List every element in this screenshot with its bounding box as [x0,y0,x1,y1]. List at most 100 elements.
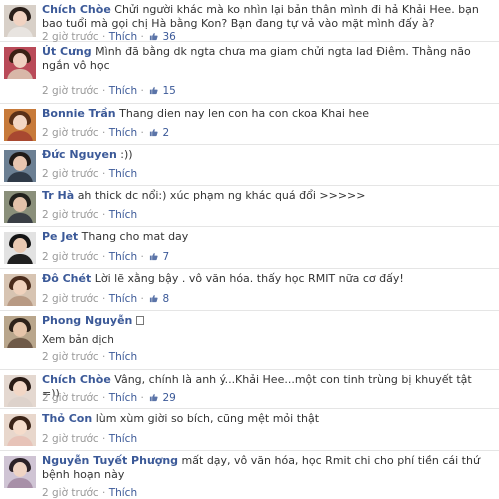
comment-item: Phong Nguyễn Xem bản dịch 2 giờ trước · … [0,311,499,370]
comment-item: Chích Chòe Vâng, chính là anh ý...Khải H… [0,370,499,409]
like-link[interactable]: Thích [109,209,137,221]
separator: · [102,168,106,180]
thumbs-up-icon [150,32,158,41]
like-link[interactable]: Thích [109,351,137,363]
avatar[interactable] [4,414,36,446]
comment-text: ah thick dc nổi:) xúc phạm ng khác quá đ… [77,189,366,202]
like-link[interactable]: Thích [109,433,137,445]
comment-item: Thỏ Con lùm xùm giời so bích, cũng mệt m… [0,409,499,451]
like-count[interactable]: 15 [162,85,175,97]
comment-item: Tr Hà ah thick dc nổi:) xúc phạm ng khác… [0,186,499,227]
comment-item: Chích Chòe Chửi người khác mà ko nhìn lạ… [0,0,499,43]
comment-text: Thang dien nay len con ha con ckoa Khai … [119,107,369,120]
comment-item: Đức Nguyen :)) 2 giờ trước · Thích [0,145,499,186]
comment-meta: 2 giờ trước · Thích · 15 [42,85,176,97]
comment-meta: 2 giờ trước · Thích [42,487,137,499]
like-link[interactable]: Thích [109,127,137,139]
avatar[interactable] [4,109,36,141]
comment-item: Pe Jet Thang cho mat day 2 giờ trước · T… [0,227,499,269]
avatar[interactable] [4,150,36,182]
thumbs-up-icon [150,393,158,402]
comment-meta: 2 giờ trước · Thích · 7 [42,251,169,263]
separator: · [102,85,106,97]
comment-timestamp[interactable]: 2 giờ trước [42,487,99,499]
comment-author[interactable]: Phong Nguyễn [42,314,132,327]
comment-timestamp[interactable]: 2 giờ trước [42,351,99,363]
comment-item: Nguyễn Tuyết Phượng mất dạy, vô văn hóa,… [0,451,499,499]
comment-author[interactable]: Nguyễn Tuyết Phượng [42,454,178,467]
comment-author[interactable]: Bonnie Trần [42,107,116,120]
like-link[interactable]: Thích [109,168,137,180]
comment-author[interactable]: Đức Nguyen [42,148,117,161]
comment-author[interactable]: Chích Chòe [42,373,111,386]
translate-row: Xem bản dịch [42,334,114,346]
thumbs-up-icon [150,128,158,137]
separator: · [140,127,144,139]
comment-text: :)) [120,148,133,161]
comment-meta: 2 giờ trước · Thích [42,209,137,221]
comment-timestamp[interactable]: 2 giờ trước [42,85,99,97]
avatar[interactable] [4,274,36,306]
comment-text: Lời lẽ xằng bậy . vô văn hóa. thấy học R… [94,272,404,285]
separator: · [102,351,106,363]
thumbs-up-icon [150,294,158,303]
separator: · [140,293,144,305]
comment-meta: 2 giờ trước · Thích [42,168,137,180]
separator: · [140,392,144,404]
comment-meta: 2 giờ trước · Thích · 29 [42,392,176,404]
comment-item: Bonnie Trần Thang dien nay len con ha co… [0,104,499,145]
comment-author[interactable]: Chích Chòe [42,3,111,16]
avatar[interactable] [4,456,36,488]
like-count[interactable]: 29 [162,392,175,404]
thumbs-up-icon [150,86,158,95]
avatar[interactable] [4,47,36,79]
like-link[interactable]: Thích [109,251,137,263]
separator: · [102,251,106,263]
comment-author[interactable]: Tr Hà [42,189,74,202]
comment-feed: Chích Chòe Chửi người khác mà ko nhìn lạ… [0,0,499,499]
separator: · [140,85,144,97]
thumbs-up-icon [150,252,158,261]
comment-author[interactable]: Đô Chét [42,272,91,285]
comment-author[interactable]: Pe Jet [42,230,78,243]
comment-meta: 2 giờ trước · Thích · 8 [42,293,169,305]
comment-timestamp[interactable]: 2 giờ trước [42,392,99,404]
box-glyph-icon [136,316,145,325]
comment-meta: 2 giờ trước · Thích [42,433,137,445]
comment-author[interactable]: Út Cưng [42,45,92,58]
like-link[interactable]: Thích [109,85,137,97]
comment-text: Thang cho mat day [81,230,189,243]
avatar[interactable] [4,191,36,223]
like-link[interactable]: Thích [109,487,137,499]
see-translation-link[interactable]: Xem bản dịch [42,334,114,346]
avatar[interactable] [4,316,36,348]
comment-text: Mình đã bằng dk ngta chưa ma giam chửi n… [42,45,471,72]
comment-timestamp[interactable]: 2 giờ trước [42,293,99,305]
comment-timestamp[interactable]: 2 giờ trước [42,251,99,263]
comment-timestamp[interactable]: 2 giờ trước [42,168,99,180]
avatar[interactable] [4,232,36,264]
separator: · [102,433,106,445]
comment-meta: 2 giờ trước · Thích · 2 [42,127,169,139]
comment-meta: 2 giờ trước · Thích [42,351,137,363]
like-count[interactable]: 8 [162,293,169,305]
separator: · [102,487,106,499]
comment-text: lùm xùm giời so bích, cũng mệt mỏi thật [95,412,320,425]
comment-author[interactable]: Thỏ Con [42,412,92,425]
separator: · [140,251,144,263]
comment-timestamp[interactable]: 2 giờ trước [42,209,99,221]
avatar[interactable] [4,375,36,407]
separator: · [102,209,106,221]
comment-timestamp[interactable]: 2 giờ trước [42,127,99,139]
like-count[interactable]: 2 [162,127,169,139]
comment-item: Đô Chét Lời lẽ xằng bậy . vô văn hóa. th… [0,269,499,311]
like-link[interactable]: Thích [109,293,137,305]
separator: · [102,127,106,139]
comment-timestamp[interactable]: 2 giờ trước [42,433,99,445]
avatar[interactable] [4,5,36,37]
like-link[interactable]: Thích [109,392,137,404]
like-count[interactable]: 7 [162,251,169,263]
comment-item: Út Cưng Mình đã bằng dk ngta chưa ma gia… [0,42,499,104]
separator: · [102,392,106,404]
separator: · [102,293,106,305]
